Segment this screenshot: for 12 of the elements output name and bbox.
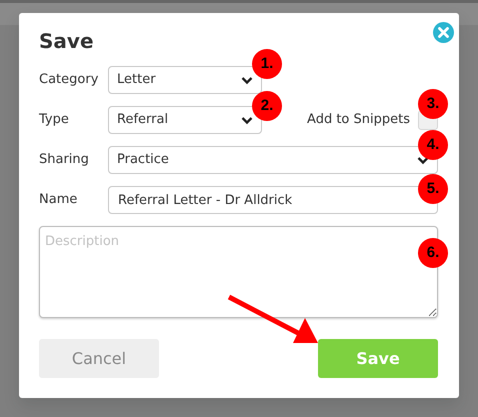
chevron-down-icon xyxy=(241,116,253,124)
chevron-down-icon xyxy=(241,76,253,84)
field-label: Sharing xyxy=(39,151,90,170)
dropdown[interactable]: Referral xyxy=(108,106,262,134)
close-icon[interactable] xyxy=(433,22,454,43)
dropdown[interactable]: Letter xyxy=(108,66,262,94)
chevron-down-icon xyxy=(417,156,429,164)
field-label: Name xyxy=(39,191,78,210)
dialog-title: Save xyxy=(39,29,95,53)
field-label: Category xyxy=(39,71,100,90)
field-label: Type xyxy=(39,111,70,130)
checkbox-label: Add to Snippets xyxy=(307,111,410,130)
